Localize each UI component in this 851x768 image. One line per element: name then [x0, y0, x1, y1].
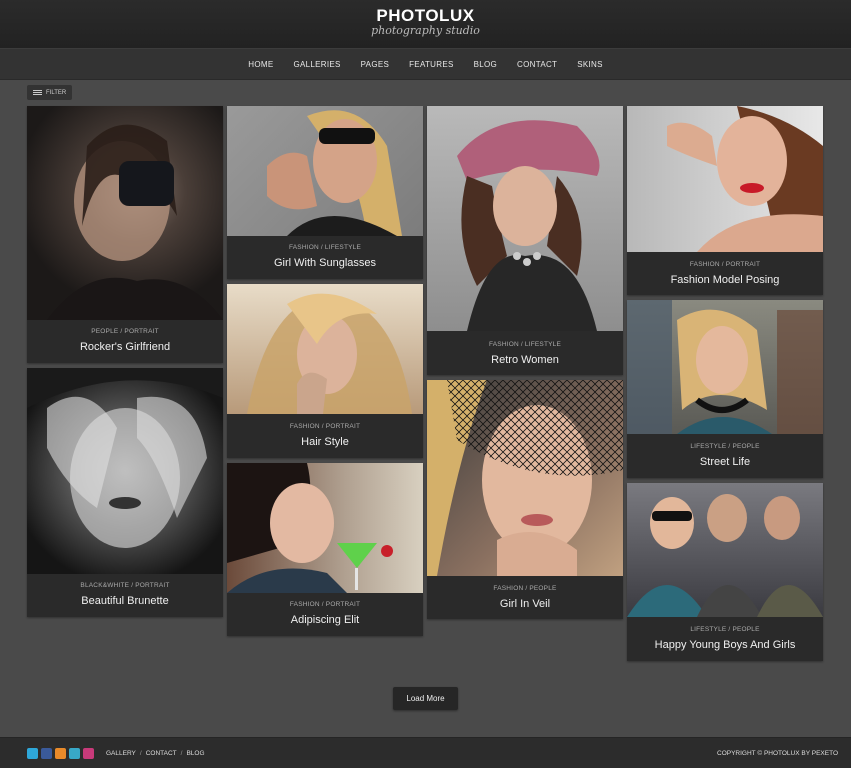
gallery-image [227, 106, 423, 236]
nav-item-galleries[interactable]: GALLERIES [283, 60, 350, 69]
twitter-icon[interactable] [27, 748, 38, 759]
footer-link-blog[interactable]: BLOG [186, 750, 204, 757]
gallery-image [627, 300, 823, 434]
facebook-icon[interactable] [41, 748, 52, 759]
social-links [27, 748, 94, 759]
filter-button[interactable]: FILTER [27, 85, 73, 100]
nav-item-pages[interactable]: PAGES [351, 60, 399, 69]
instagram-icon[interactable] [83, 748, 94, 759]
nav-item-blog[interactable]: BLOG [464, 60, 507, 69]
site-header: PHOTOLUX photography studio [0, 0, 851, 48]
item-category: BLACK&WHITE / PORTRAIT [80, 582, 170, 589]
gallery-item[interactable]: FASHION / LIFESTYLE Retro Women [427, 106, 623, 375]
gallery-image [427, 380, 623, 576]
gallery-image [227, 284, 423, 414]
nav-item-features[interactable]: FEATURES [399, 60, 463, 69]
item-category: FASHION / LIFESTYLE [288, 244, 362, 251]
gallery-item[interactable]: PEOPLE / PORTRAIT Rocker's Girlfriend [27, 106, 223, 363]
item-title[interactable]: Happy Young Boys And Girls [627, 639, 823, 651]
load-more-button[interactable]: Load More [393, 687, 458, 710]
gallery-image [427, 106, 623, 331]
gallery-image [27, 368, 223, 574]
item-title[interactable]: Girl With Sunglasses [227, 257, 423, 269]
site-footer: GALLERY / CONTACT / BLOG COPYRIGHT © PHO… [0, 737, 851, 768]
item-title[interactable]: Adipiscing Elit [227, 614, 423, 626]
vimeo-icon[interactable] [69, 748, 80, 759]
nav-item-skins[interactable]: SKINS [567, 60, 613, 69]
nav-item-contact[interactable]: CONTACT [507, 60, 567, 69]
item-category: FASHION / PORTRAIT [689, 261, 761, 268]
gallery-item[interactable]: FASHION / LIFESTYLE Girl With Sunglasses [227, 106, 423, 279]
item-category: LIFESTYLE / PEOPLE [690, 626, 760, 633]
item-category: FASHION / PORTRAIT [289, 423, 361, 430]
gallery-item[interactable]: LIFESTYLE / PEOPLE Street Life [627, 300, 823, 478]
footer-nav: GALLERY / CONTACT / BLOG [106, 750, 205, 757]
rss-icon[interactable] [55, 748, 66, 759]
item-category: FASHION / PORTRAIT [289, 601, 361, 608]
main-nav: HOME GALLERIES PAGES FEATURES BLOG CONTA… [0, 48, 851, 80]
item-category: PEOPLE / PORTRAIT [91, 328, 159, 335]
gallery-image [27, 106, 223, 320]
item-category: LIFESTYLE / PEOPLE [690, 443, 760, 450]
item-category: FASHION / PEOPLE [493, 585, 557, 592]
gallery-item[interactable]: LIFESTYLE / PEOPLE Happy Young Boys And … [627, 483, 823, 661]
gallery-image [627, 483, 823, 617]
gallery-item[interactable]: FASHION / PORTRAIT Fashion Model Posing [627, 106, 823, 295]
item-title[interactable]: Rocker's Girlfriend [27, 341, 223, 353]
footer-link-contact[interactable]: CONTACT [146, 750, 177, 757]
item-title[interactable]: Fashion Model Posing [627, 274, 823, 286]
item-title[interactable]: Retro Women [427, 354, 623, 366]
nav-item-home[interactable]: HOME [238, 60, 283, 69]
gallery-item[interactable]: FASHION / PORTRAIT Adipiscing Elit [227, 463, 423, 636]
gallery-item[interactable]: FASHION / PEOPLE Girl In Veil [427, 380, 623, 619]
item-title[interactable]: Beautiful Brunette [27, 595, 223, 607]
item-title[interactable]: Street Life [627, 456, 823, 468]
site-tagline: photography studio [371, 24, 480, 37]
menu-icon [33, 90, 42, 95]
gallery-image [227, 463, 423, 593]
filter-label: FILTER [46, 89, 67, 96]
item-title[interactable]: Girl In Veil [427, 598, 623, 610]
copyright-text: COPYRIGHT © PHOTOLUX BY PEXETO [717, 750, 838, 757]
item-category: FASHION / LIFESTYLE [488, 341, 562, 348]
gallery-item[interactable]: BLACK&WHITE / PORTRAIT Beautiful Brunett… [27, 368, 223, 617]
footer-link-gallery[interactable]: GALLERY [106, 750, 136, 757]
site-logo[interactable]: PHOTOLUX [0, 6, 851, 26]
gallery-image [627, 106, 823, 252]
item-title[interactable]: Hair Style [227, 436, 423, 448]
gallery-item[interactable]: FASHION / PORTRAIT Hair Style [227, 284, 423, 458]
